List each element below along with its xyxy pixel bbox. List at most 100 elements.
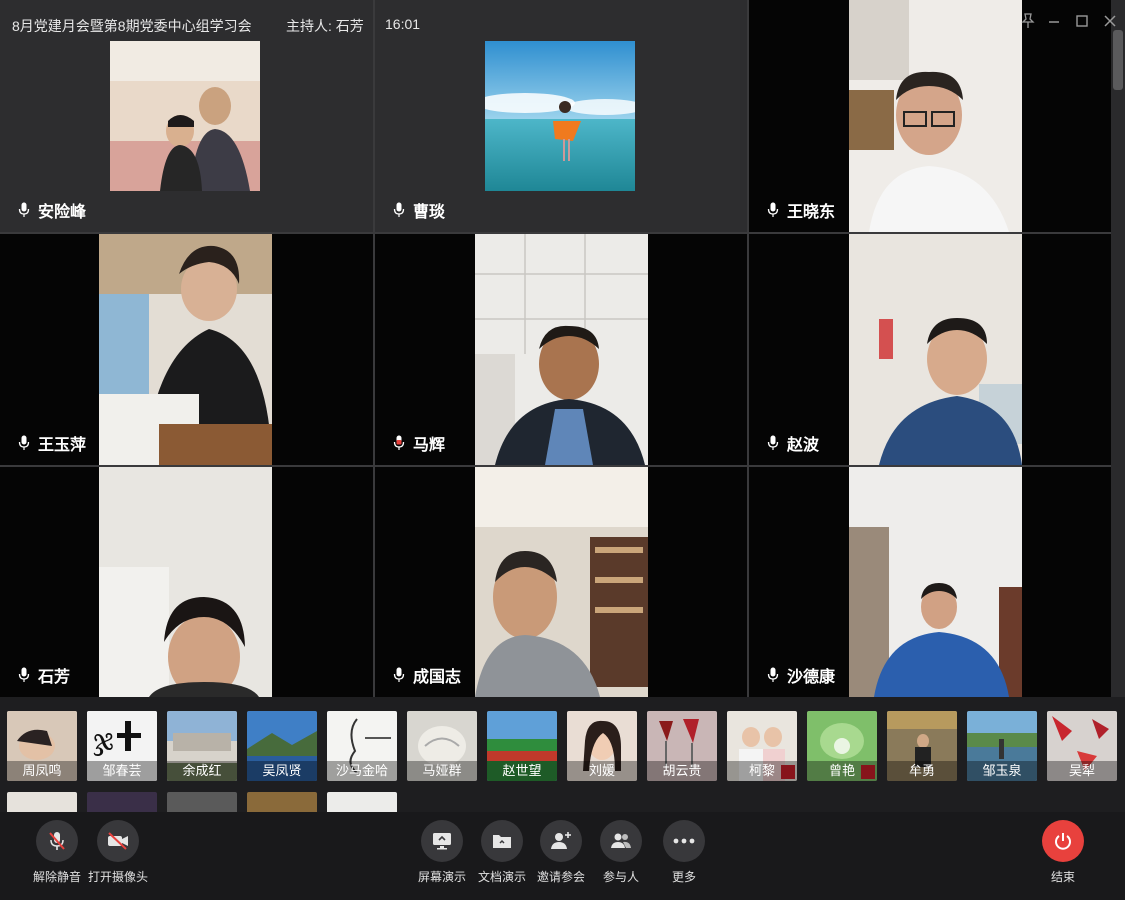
participant-tile[interactable]: 赵波 — [749, 234, 1125, 465]
participant-thumbnail[interactable] — [327, 792, 397, 813]
thumbnail-name: 余成红 — [167, 761, 237, 781]
participant-thumbnail[interactable]: 牟勇 — [887, 711, 957, 781]
participant-thumbnail[interactable] — [247, 792, 317, 813]
more-button[interactable]: 更多 — [649, 812, 719, 892]
participant-thumbnail[interactable]: 胡云贵 — [647, 711, 717, 781]
participant-video — [849, 0, 1022, 232]
participant-thumbnail[interactable]: 曾艳 — [807, 711, 877, 781]
participant-video — [849, 234, 1022, 465]
participant-thumbnail[interactable]: 马娅群 — [407, 711, 477, 781]
add-user-icon — [540, 820, 582, 862]
participant-nameplate: 成国志 — [393, 663, 461, 687]
grid-divider — [0, 465, 1125, 467]
power-icon — [1042, 820, 1084, 862]
microphone-icon — [18, 667, 30, 682]
participant-avatar — [110, 41, 260, 191]
participant-nameplate: 安险峰 — [18, 198, 86, 222]
unmute-button[interactable]: 解除静音 — [22, 812, 92, 892]
participant-name: 曹琰 — [413, 204, 446, 221]
participants-button[interactable]: 参与人 — [586, 812, 656, 892]
microphone-icon — [767, 435, 779, 450]
microphone-icon — [767, 667, 779, 682]
participant-name: 安险峰 — [38, 204, 87, 221]
participant-thumbnail[interactable]: 吴犁 — [1047, 711, 1117, 781]
unmute-label: 解除静音 — [32, 870, 81, 884]
participant-tile[interactable]: 马辉 — [375, 234, 747, 465]
video-grid: 安险峰 曹琰 王晓东 王玉萍 马辉 赵波 石芳 成国志 沙德康 — [0, 0, 1125, 697]
thumbnail-name: 邹玉泉 — [967, 761, 1037, 781]
participant-name: 成国志 — [413, 669, 462, 686]
thumbnail-name: 吴犁 — [1047, 761, 1117, 781]
thumbnail-name: 胡云贵 — [647, 761, 717, 781]
participant-nameplate: 马辉 — [393, 431, 445, 455]
participant-tile[interactable]: 王玉萍 — [0, 234, 373, 465]
participant-thumbnail[interactable]: 余成红 — [167, 711, 237, 781]
participant-name: 沙德康 — [787, 669, 836, 686]
participant-name: 王晓东 — [787, 204, 836, 221]
participants-label: 参与人 — [602, 870, 639, 884]
participant-video — [99, 467, 272, 697]
thumbnail-name: 曾艳 — [807, 761, 877, 781]
participant-tile[interactable]: 石芳 — [0, 467, 373, 697]
thumbnail-name: 刘媛 — [567, 761, 637, 781]
thumbnail-name: 柯黎 — [727, 761, 797, 781]
participants-icon — [600, 820, 642, 862]
meeting-toolbar: 解除静音 打开摄像头 屏幕演示 文档演示 邀请参会 参与人 更多 结束 — [0, 812, 1125, 900]
participant-nameplate: 沙德康 — [767, 663, 835, 687]
microphone-active-icon — [393, 435, 405, 450]
muted-mic-icon — [36, 820, 78, 862]
camera-button[interactable]: 打开摄像头 — [83, 812, 153, 892]
participant-nameplate: 赵波 — [767, 431, 819, 455]
thumbnail-name: 牟勇 — [887, 761, 957, 781]
svg-text:ჯ: ჯ — [93, 722, 114, 757]
participant-thumbnail[interactable] — [87, 792, 157, 813]
participant-name: 赵波 — [787, 437, 820, 454]
maximize-icon[interactable] — [1071, 10, 1093, 32]
participant-thumbnail[interactable]: 赵世望 — [487, 711, 557, 781]
more-icon — [663, 820, 705, 862]
thumbnail-name: 吴凤贤 — [247, 761, 317, 781]
microphone-icon — [767, 202, 779, 217]
participant-thumbnail[interactable]: ჯ 邹春芸 — [87, 711, 157, 781]
microphone-icon — [393, 667, 405, 682]
pin-icon[interactable] — [1017, 10, 1039, 32]
screen-share-icon — [421, 820, 463, 862]
scrollbar-thumb[interactable] — [1113, 30, 1123, 90]
participant-name: 马辉 — [413, 437, 446, 454]
participant-tile[interactable]: 成国志 — [375, 467, 747, 697]
participant-thumbnail[interactable]: 吴凤贤 — [247, 711, 317, 781]
end-meeting-label: 结束 — [1050, 870, 1075, 884]
grid-divider — [747, 0, 749, 697]
participant-tile[interactable]: 曹琰 — [375, 0, 747, 232]
microphone-icon — [18, 435, 30, 450]
participant-thumbnail[interactable]: 邹玉泉 — [967, 711, 1037, 781]
participant-thumbnail[interactable]: 刘媛 — [567, 711, 637, 781]
participant-tile[interactable]: 王晓东 — [749, 0, 1125, 232]
participant-nameplate: 王玉萍 — [18, 431, 86, 455]
meeting-title: 8月党建月会暨第8期党委中心组学习会 — [12, 18, 252, 34]
participant-video — [475, 467, 648, 697]
minimize-icon[interactable] — [1043, 10, 1065, 32]
meeting-clock: 16:01 — [385, 16, 421, 32]
close-icon[interactable] — [1099, 10, 1121, 32]
participant-thumbnail-strip: 周凤鸣 ჯ 邹春芸 余成红 吴凤贤 沙马金哈 马娅群 赵世望 刘媛 胡云贵 柯黎 — [0, 697, 1125, 813]
participant-nameplate: 曹琰 — [393, 198, 445, 222]
thumbnail-name: 邹春芸 — [87, 761, 157, 781]
participant-thumbnail[interactable]: 周凤鸣 — [7, 711, 77, 781]
participant-name: 王玉萍 — [38, 437, 87, 454]
thumbnail-name: 沙马金哈 — [327, 761, 397, 781]
camera-label: 打开摄像头 — [87, 870, 148, 884]
participant-thumbnail[interactable]: 柯黎 — [727, 711, 797, 781]
end-meeting-button[interactable]: 结束 — [1028, 812, 1098, 892]
participant-thumbnail[interactable] — [7, 792, 77, 813]
participant-nameplate: 王晓东 — [767, 198, 835, 222]
participant-name: 石芳 — [38, 669, 71, 686]
participant-nameplate: 石芳 — [18, 663, 70, 687]
participant-tile[interactable]: 沙德康 — [749, 467, 1125, 697]
grid-scrollbar[interactable] — [1111, 0, 1125, 697]
meeting-host: 主持人: 石芳 — [286, 18, 364, 34]
thumbnail-name: 赵世望 — [487, 761, 557, 781]
participant-thumbnail[interactable]: 沙马金哈 — [327, 711, 397, 781]
participant-thumbnail[interactable] — [167, 792, 237, 813]
participant-video — [99, 234, 272, 465]
